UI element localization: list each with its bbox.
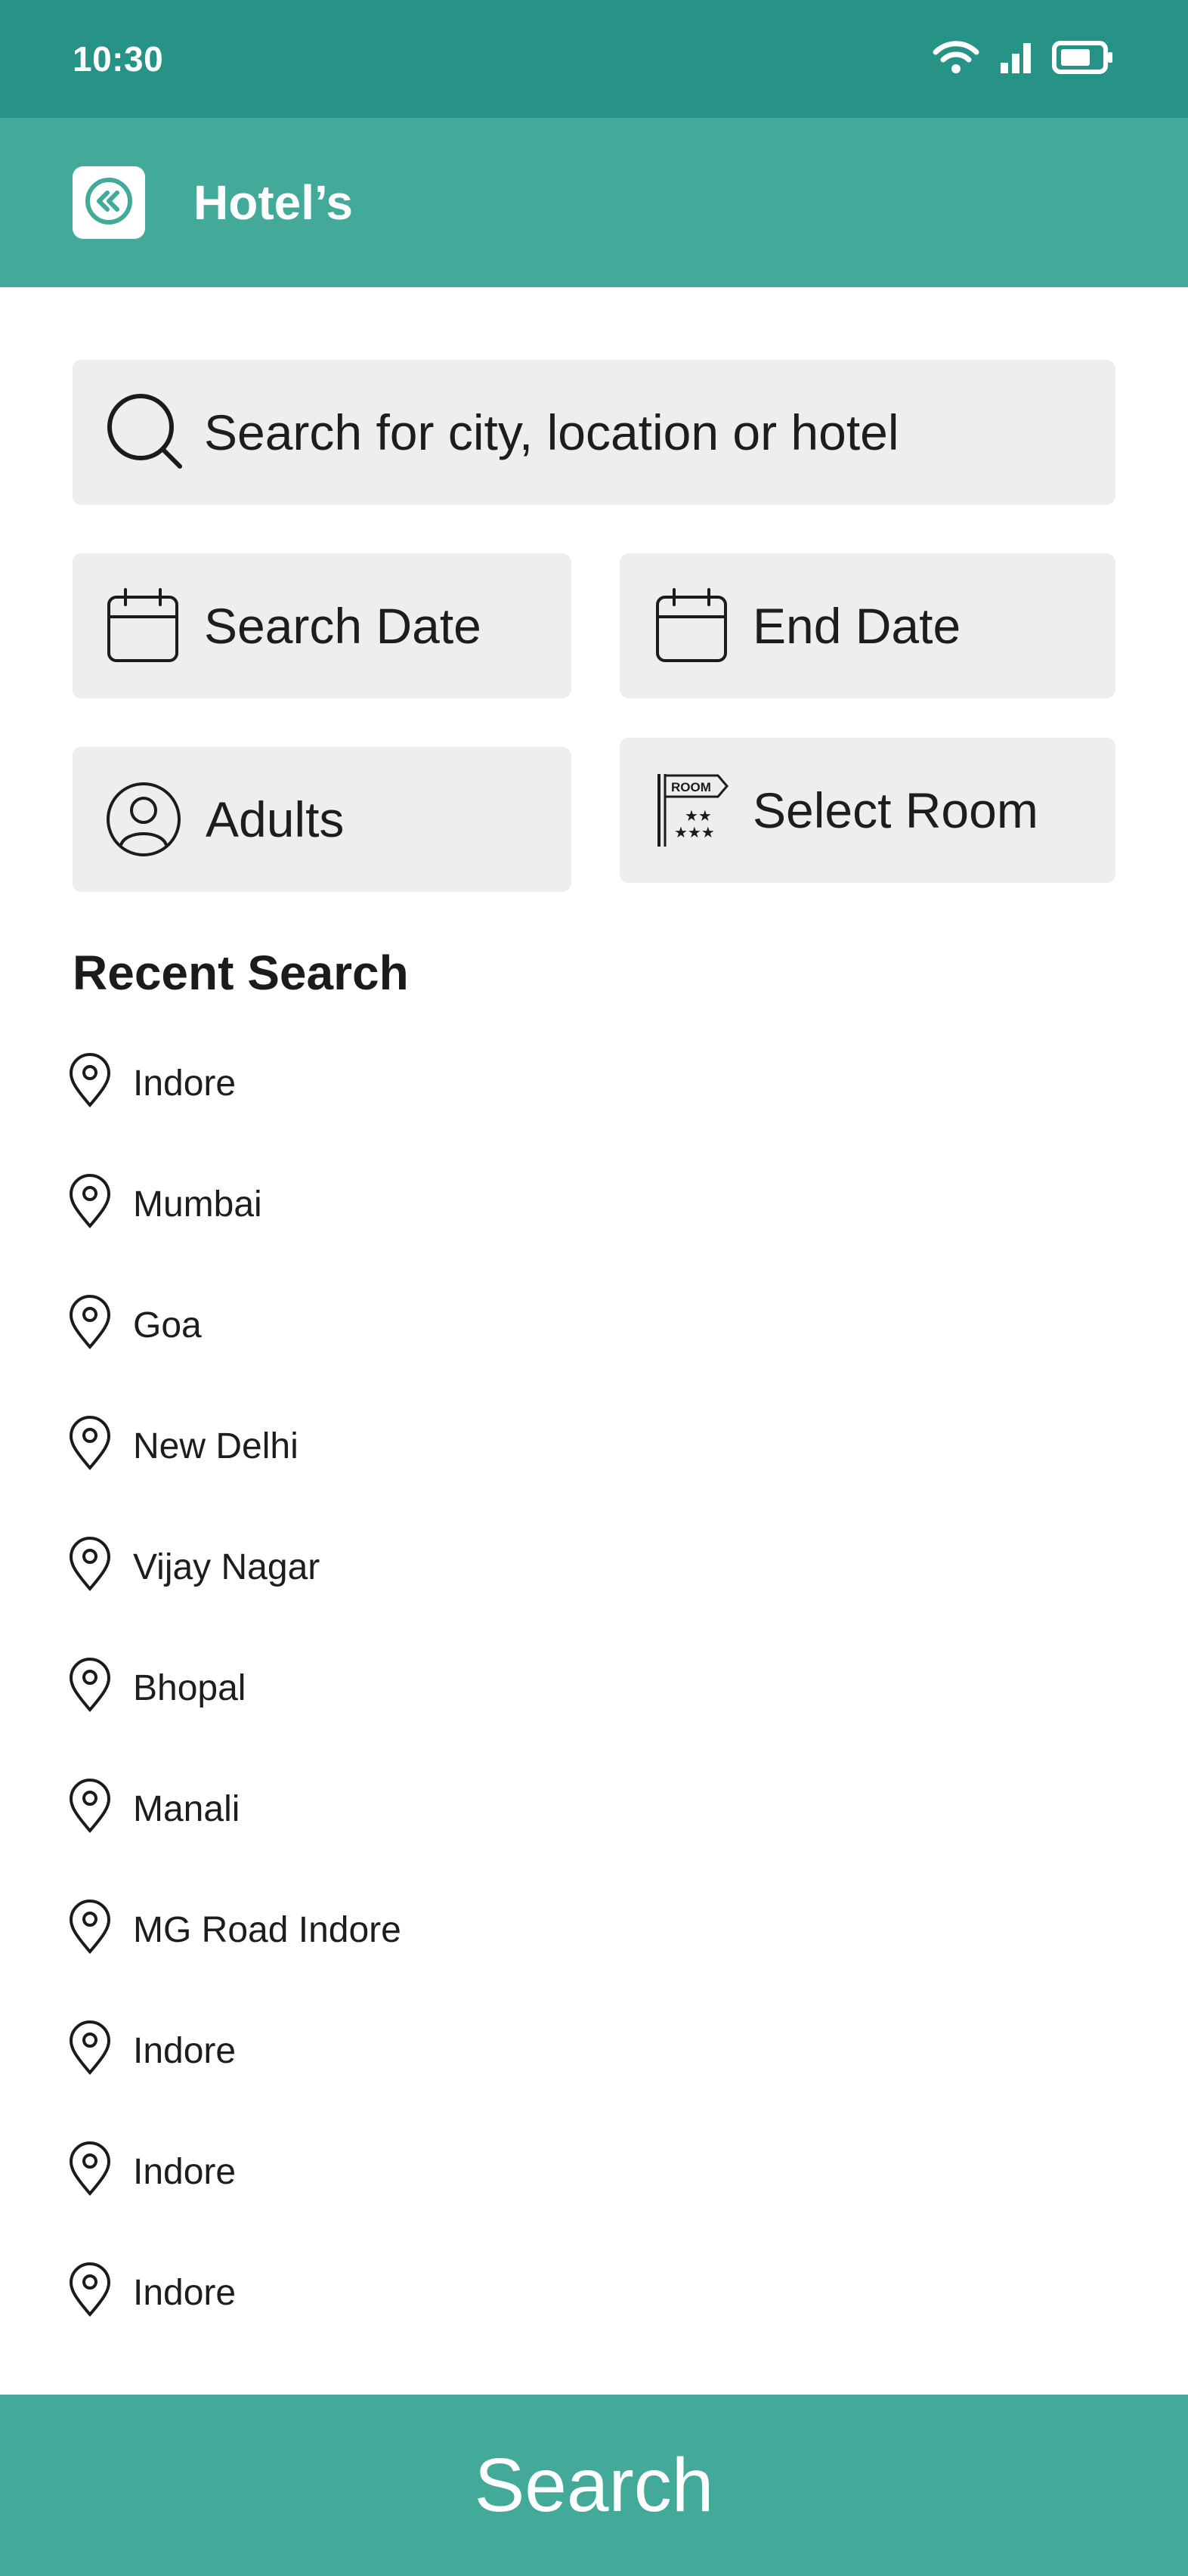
search-placeholder: Search for city, location or hotel	[204, 404, 899, 460]
svg-text:★★★: ★★★	[674, 825, 715, 841]
calendar-icon	[654, 588, 729, 664]
location-pin-icon	[67, 1657, 113, 1717]
recent-item-label: MG Road Indore	[133, 1910, 401, 1950]
app-bar: Hotel’s	[0, 118, 1188, 287]
location-pin-icon	[67, 1415, 113, 1475]
adults-label: Adults	[206, 791, 345, 847]
recent-item[interactable]: Indore	[67, 2262, 1049, 2382]
location-pin-icon	[67, 1294, 113, 1354]
signal-icon	[999, 40, 1032, 79]
room-sign-icon: ROOM ★★ ★★★	[654, 772, 729, 848]
recent-item-label: Goa	[133, 1305, 202, 1345]
recent-item-label: New Delhi	[133, 1426, 299, 1466]
recent-item[interactable]: New Delhi	[67, 1415, 1049, 1536]
recent-item[interactable]: Manali	[67, 1778, 1049, 1899]
recent-item-label: Manali	[133, 1789, 240, 1829]
search-button[interactable]: Search	[0, 2395, 1188, 2576]
calendar-icon	[106, 588, 180, 664]
location-pin-icon	[67, 1899, 113, 1958]
location-pin-icon	[67, 2020, 113, 2079]
status-bar: 10:30	[0, 0, 1188, 118]
svg-text:★★: ★★	[685, 808, 712, 825]
end-date-field[interactable]: End Date	[620, 553, 1115, 698]
recent-search-title: Recent Search	[73, 946, 409, 1000]
page-title: Hotel’s	[193, 175, 353, 230]
start-date-field[interactable]: Search Date	[73, 553, 571, 698]
status-icons	[933, 40, 1114, 79]
location-pin-icon	[67, 1536, 113, 1596]
location-pin-icon	[67, 1173, 113, 1233]
status-time: 10:30	[73, 39, 164, 79]
recent-item-label: Vijay Nagar	[133, 1547, 320, 1587]
room-sign-text: ROOM	[671, 780, 711, 794]
location-pin-icon	[67, 2141, 113, 2200]
location-pin-icon	[67, 1052, 113, 1112]
recent-item[interactable]: Indore	[67, 2020, 1049, 2141]
recent-item[interactable]: Indore	[67, 2141, 1049, 2262]
user-icon	[106, 782, 181, 857]
recent-item-label: Mumbai	[133, 1184, 262, 1225]
double-chevron-left-icon	[82, 175, 135, 231]
search-icon	[104, 391, 187, 474]
recent-item[interactable]: Goa	[67, 1294, 1049, 1415]
recent-item-label: Bhopal	[133, 1668, 246, 1708]
end-date-label: End Date	[753, 598, 961, 654]
select-room-field[interactable]: ROOM ★★ ★★★ Select Room	[620, 738, 1115, 883]
recent-item-label: Indore	[133, 2031, 237, 2071]
select-room-label: Select Room	[753, 782, 1038, 838]
recent-item-label: Indore	[133, 2152, 237, 2192]
battery-icon	[1052, 40, 1114, 78]
wifi-icon	[933, 40, 979, 79]
start-date-label: Search Date	[204, 598, 481, 654]
back-button[interactable]	[73, 166, 145, 239]
recent-search-list: Indore Mumbai Goa New Delhi Vijay Nagar …	[67, 1052, 1049, 2382]
recent-item[interactable]: MG Road Indore	[67, 1899, 1049, 2020]
recent-item[interactable]: Bhopal	[67, 1657, 1049, 1778]
recent-item-label: Indore	[133, 2273, 237, 2313]
location-pin-icon	[67, 1778, 113, 1838]
adults-field[interactable]: Adults	[73, 747, 571, 892]
recent-item[interactable]: Mumbai	[67, 1173, 1049, 1294]
search-input[interactable]: Search for city, location or hotel	[73, 360, 1115, 505]
location-pin-icon	[67, 2262, 113, 2321]
recent-item[interactable]: Vijay Nagar	[67, 1536, 1049, 1657]
recent-item-label: Indore	[133, 1064, 237, 1104]
recent-item[interactable]: Indore	[67, 1052, 1049, 1173]
